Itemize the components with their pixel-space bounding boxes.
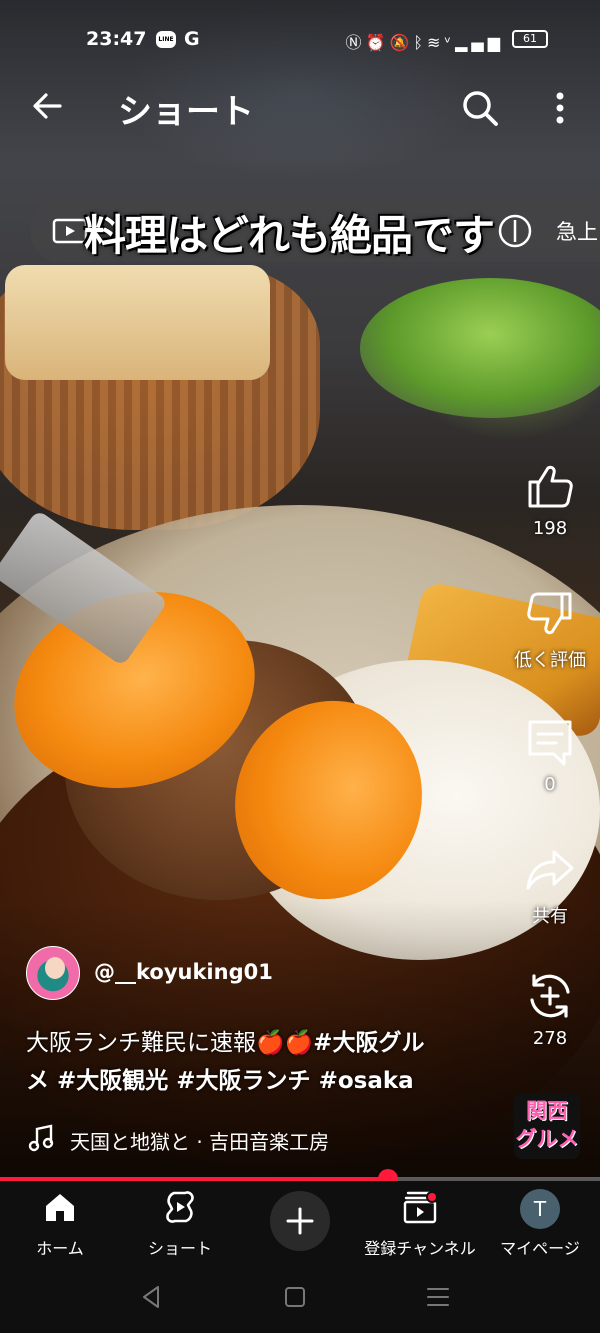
badge-line-2: グルメ xyxy=(515,1127,579,1151)
remix-button[interactable]: 278 xyxy=(500,970,600,1049)
like-count: 198 xyxy=(532,518,568,539)
nav-shorts[interactable]: ショート xyxy=(120,1189,240,1259)
more-vert-icon[interactable] xyxy=(548,86,572,130)
comment-count: 0 xyxy=(544,774,556,795)
status-icons: Ⓝ⏰🔕ᛒ≋ᵛ▂▄▆ xyxy=(346,29,504,53)
music-note-icon xyxy=(28,1124,54,1152)
plus-icon xyxy=(286,1207,314,1235)
nav-you[interactable]: T マイページ xyxy=(480,1189,600,1259)
salad-image xyxy=(360,278,600,418)
bread-image xyxy=(5,265,270,380)
trending-label: 急上 xyxy=(556,220,598,244)
system-back-icon[interactable] xyxy=(138,1283,166,1311)
shorts-header: ショート xyxy=(0,80,600,136)
nav-home[interactable]: ホーム xyxy=(0,1189,120,1259)
battery-icon: 61 xyxy=(512,30,548,48)
system-home-icon[interactable] xyxy=(281,1283,309,1311)
status-bar: 23:47 LINE G Ⓝ⏰🔕ᛒ≋ᵛ▂▄▆ 61 xyxy=(0,26,600,56)
comment-icon xyxy=(528,720,572,766)
like-button[interactable]: 198 xyxy=(500,460,600,539)
channel-avatar[interactable] xyxy=(26,946,80,1000)
mute-icon: 🔕 xyxy=(389,33,414,52)
wifi-icon: ≋ xyxy=(427,33,445,52)
music-track-label: 天国と地獄と · 吉田音楽工房 xyxy=(70,1130,330,1154)
nav-you-label: マイページ xyxy=(500,1239,580,1258)
dislike-label: 低く評価 xyxy=(514,650,586,671)
comments-button[interactable]: 0 xyxy=(500,716,600,795)
remix-count: 278 xyxy=(532,1028,568,1049)
system-recents-icon[interactable] xyxy=(424,1283,452,1311)
thumbs-up-icon xyxy=(528,465,573,508)
share-icon xyxy=(526,850,574,890)
hashtag-line[interactable]: メ #大阪観光 #大阪ランチ #osaka xyxy=(26,1068,414,1094)
nav-shorts-label: ショート xyxy=(147,1239,212,1258)
video-caption: 料理はどれも絶品です xyxy=(84,211,495,260)
channel-handle[interactable]: @__koyuking01 xyxy=(94,960,273,984)
nav-subscriptions-label: 登録チャンネル xyxy=(364,1239,476,1258)
signal-icon: ▂▄▆ xyxy=(455,33,504,52)
nfc-icon: Ⓝ xyxy=(345,33,366,52)
video-play-icon xyxy=(52,218,88,244)
remix-icon xyxy=(530,974,570,1018)
thumbs-down-icon xyxy=(527,592,572,635)
video-description[interactable]: 大阪ランチ難民に速報🍎🍎#大阪グル メ #大阪観光 #大阪ランチ #osaka xyxy=(26,1024,496,1100)
share-button[interactable]: 共有 xyxy=(500,844,600,928)
badge-line-1: 関西 xyxy=(526,1099,568,1123)
bottom-navigation: ホーム ショート 登録チャンネル T マイページ xyxy=(0,1181,600,1261)
status-time: 23:47 xyxy=(86,28,147,50)
alarm-icon: ⏰ xyxy=(365,33,390,52)
volte-icon: ᵛ xyxy=(444,33,456,52)
shorts-icon xyxy=(166,1191,194,1223)
system-navigation-bar xyxy=(0,1261,600,1333)
nav-subscriptions[interactable]: 登録チャンネル xyxy=(360,1189,480,1259)
trending-icon xyxy=(498,214,532,248)
notification-dot xyxy=(426,1191,438,1203)
back-arrow-icon[interactable] xyxy=(28,86,68,126)
dislike-button[interactable]: 低く評価 xyxy=(500,588,600,672)
hashtag-link[interactable]: #大阪グル xyxy=(313,1030,424,1056)
channel-logo-badge[interactable]: 関西 グルメ xyxy=(514,1093,580,1159)
create-button[interactable] xyxy=(270,1191,330,1251)
share-label: 共有 xyxy=(532,906,568,927)
bluetooth-icon: ᛒ xyxy=(413,33,427,52)
description-text: 大阪ランチ難民に速報🍎🍎 xyxy=(26,1030,314,1056)
nav-home-label: ホーム xyxy=(36,1239,84,1258)
home-icon xyxy=(46,1194,74,1221)
line-app-icon: LINE xyxy=(156,31,176,48)
search-icon[interactable] xyxy=(458,86,502,130)
google-icon: G xyxy=(184,28,200,50)
user-avatar: T xyxy=(520,1189,560,1229)
page-title: ショート xyxy=(118,92,254,132)
